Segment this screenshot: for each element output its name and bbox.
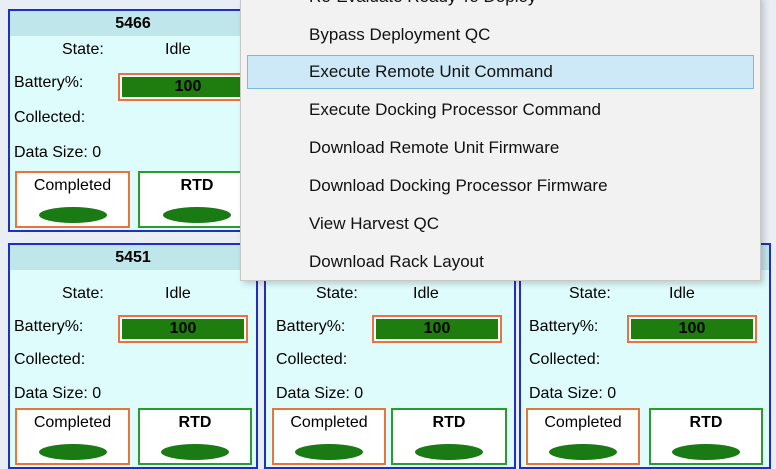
rtd-button[interactable]: RTD <box>391 408 507 465</box>
rtd-label: RTD <box>180 177 214 194</box>
data-size: Data Size: 0 <box>14 385 102 402</box>
rtd-button[interactable]: RTD <box>138 171 256 228</box>
rtd-led-icon <box>163 207 231 223</box>
menu-item-download-rack-layout[interactable]: Download Rack Layout <box>247 245 754 279</box>
unit-id: 5466 <box>10 11 256 36</box>
completed-button[interactable]: Completed <box>15 408 130 465</box>
battery-meter: 100 <box>627 315 757 343</box>
state-value: Idle <box>165 41 191 58</box>
battery-value: 100 <box>376 319 498 339</box>
menu-item-download-docking-processor-firmware[interactable]: Download Docking Processor Firmware <box>247 169 754 203</box>
menu-item-execute-remote-unit-command[interactable]: Execute Remote Unit Command <box>247 55 754 89</box>
state-label: State: <box>62 285 104 302</box>
rtd-led-icon <box>672 444 740 460</box>
state-value: Idle <box>669 285 695 302</box>
completed-label: Completed <box>33 414 112 431</box>
battery-value: 100 <box>122 319 244 339</box>
rtd-led-icon <box>161 444 229 460</box>
data-size: Data Size: 0 <box>14 144 102 161</box>
rtd-button[interactable]: RTD <box>649 408 763 465</box>
collected-label: Collected: <box>529 351 601 368</box>
state-value: Idle <box>165 285 191 302</box>
completed-button[interactable]: Completed <box>272 408 386 465</box>
completed-led-icon <box>38 207 107 223</box>
collected-label: Collected: <box>14 351 86 368</box>
battery-value: 100 <box>122 77 254 97</box>
completed-label: Completed <box>290 414 368 431</box>
state-value: Idle <box>413 285 439 302</box>
data-size: Data Size: 0 <box>276 385 364 402</box>
unit-card[interactable]: 5451 State: Idle Battery%: 100 Collected… <box>8 243 258 469</box>
completed-led-icon <box>38 444 107 460</box>
rtd-label: RTD <box>178 414 212 431</box>
state-label: State: <box>569 285 611 302</box>
state-label: State: <box>62 41 104 58</box>
state-label: State: <box>316 285 358 302</box>
completed-led-icon <box>549 444 617 460</box>
menu-item-view-harvest-qc[interactable]: View Harvest QC <box>247 207 754 241</box>
battery-meter: 100 <box>118 73 258 101</box>
completed-led-icon <box>295 444 363 460</box>
context-menu: Re-Evaluate Ready To Deploy Bypass Deplo… <box>240 0 761 281</box>
rtd-label: RTD <box>432 414 466 431</box>
collected-label: Collected: <box>14 109 86 126</box>
unit-id: 5451 <box>10 245 256 270</box>
rtd-led-icon <box>415 444 483 460</box>
data-size: Data Size: 0 <box>529 385 617 402</box>
collected-label: Collected: <box>276 351 348 368</box>
completed-button[interactable]: Completed <box>526 408 640 465</box>
battery-meter: 100 <box>118 315 248 343</box>
completed-button[interactable]: Completed <box>15 171 130 228</box>
menu-item-execute-docking-processor-command[interactable]: Execute Docking Processor Command <box>247 93 754 127</box>
battery-value: 100 <box>631 319 753 339</box>
completed-label: Completed <box>544 414 622 431</box>
menu-item-bypass-deployment-qc[interactable]: Bypass Deployment QC <box>247 18 754 52</box>
battery-label: Battery%: <box>276 318 346 335</box>
menu-item-re-evaluate-ready-to-deploy[interactable]: Re-Evaluate Ready To Deploy <box>247 0 754 14</box>
battery-label: Battery%: <box>14 74 84 91</box>
completed-label: Completed <box>33 177 112 194</box>
battery-meter: 100 <box>372 315 502 343</box>
unit-card[interactable]: 5466 State: Idle Battery%: 100 Collected… <box>8 9 258 232</box>
rtd-label: RTD <box>689 414 723 431</box>
battery-label: Battery%: <box>14 318 84 335</box>
battery-label: Battery%: <box>529 318 599 335</box>
rtd-button[interactable]: RTD <box>138 408 252 465</box>
menu-item-download-remote-unit-firmware[interactable]: Download Remote Unit Firmware <box>247 131 754 165</box>
